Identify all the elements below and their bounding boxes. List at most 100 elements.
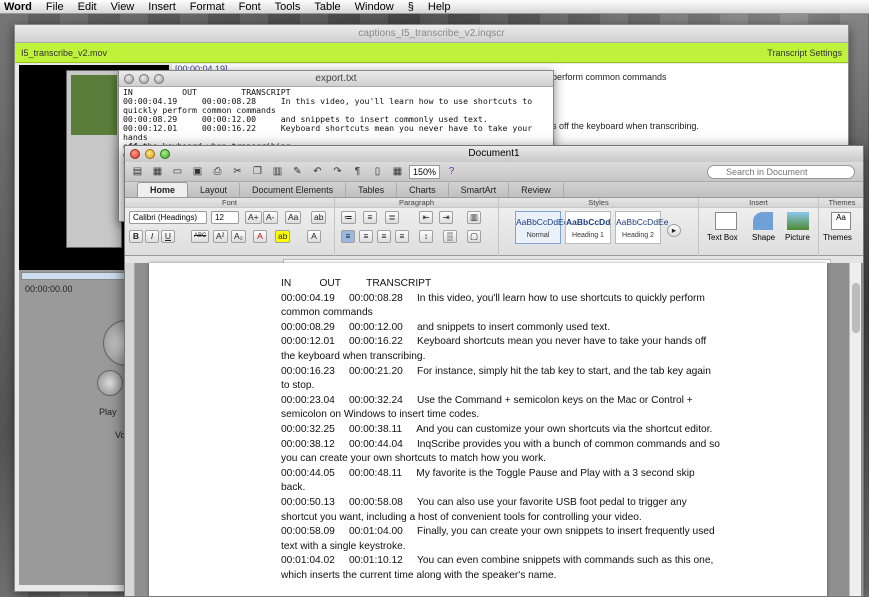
styles-next-icon[interactable]: ▸ (667, 224, 681, 237)
transcript-row: 00:00:04.19 00:00:08.28 In this video, y… (281, 292, 721, 321)
align-right-button[interactable]: ≡ (377, 230, 391, 243)
tab-review[interactable]: Review (509, 183, 564, 197)
vertical-scrollbar[interactable] (849, 263, 861, 596)
menu-table[interactable]: Table (307, 1, 347, 13)
minimize-icon[interactable] (139, 74, 149, 84)
menu-tools[interactable]: Tools (268, 1, 308, 13)
tab-smartart[interactable]: SmartArt (449, 183, 510, 197)
play-label[interactable]: Play (99, 407, 117, 417)
close-icon[interactable] (130, 149, 140, 159)
transcript-snippet: s off the keyboard when transcribing. (552, 121, 699, 131)
italic-button[interactable]: I (145, 230, 159, 243)
align-center-button[interactable]: ≡ (359, 230, 373, 243)
open-icon[interactable]: ▭ (169, 164, 186, 179)
font-size-select[interactable]: 12 (211, 211, 239, 224)
text-box-icon[interactable] (715, 212, 737, 230)
shape-icon[interactable] (753, 212, 773, 230)
justify-button[interactable]: ≡ (395, 230, 409, 243)
scroll-thumb[interactable] (852, 283, 860, 333)
menu-file[interactable]: File (39, 1, 71, 13)
document-page[interactable]: IN OUT TRANSCRIPT 00:00:04.19 00:00:08.2… (149, 263, 827, 596)
close-icon[interactable] (124, 74, 134, 84)
picture-icon[interactable] (787, 212, 809, 230)
gallery-icon[interactable]: ▦ (389, 164, 406, 179)
style-heading-1[interactable]: AaBbCcDd Heading 1 (565, 211, 611, 244)
tab-tables[interactable]: Tables (346, 183, 398, 197)
copy-icon[interactable]: ❐ (249, 164, 266, 179)
grow-font-button[interactable]: A+ (245, 211, 262, 224)
text-box-label[interactable]: Text Box (707, 233, 738, 242)
paste-icon[interactable]: ▥ (269, 164, 286, 179)
text-effects-button[interactable]: A (307, 230, 321, 243)
minimize-icon[interactable] (145, 149, 155, 159)
style-heading-2[interactable]: AaBbCcDdEe Heading 2 (615, 211, 668, 244)
strikethrough-button[interactable]: ABC (191, 230, 210, 243)
script-menu-icon[interactable]: § (401, 1, 421, 13)
highlight-button[interactable]: ab (275, 230, 291, 243)
bold-button[interactable]: B (129, 230, 143, 243)
document-content[interactable]: IN OUT TRANSCRIPT 00:00:04.19 00:00:08.2… (281, 277, 721, 583)
app-menu[interactable]: Word (0, 1, 39, 13)
help-icon[interactable]: ? (443, 164, 460, 179)
zoom-icon[interactable] (160, 149, 170, 159)
search-input[interactable]: Search in Document (707, 165, 855, 179)
undo-icon[interactable]: ↶ (309, 164, 326, 179)
row-text: Use the Command + semicolon keys on the … (281, 394, 693, 421)
transcript-row: 00:00:08.29 00:00:12.00 and snippets to … (281, 321, 721, 336)
bullets-button[interactable]: ≔ (341, 211, 356, 224)
superscript-button[interactable]: A² (213, 230, 228, 243)
subscript-button[interactable]: A₂ (231, 230, 246, 243)
font-name-select[interactable]: Calibri (Headings) (129, 211, 207, 224)
style-normal[interactable]: AaBbCcDdEe Normal (515, 211, 568, 244)
numbering-button[interactable]: ≡ (363, 211, 377, 224)
menu-help[interactable]: Help (421, 1, 458, 13)
cut-icon[interactable]: ✂ (229, 164, 246, 179)
paragraph-marks-icon[interactable]: ¶ (349, 164, 366, 179)
multilevel-button[interactable]: ≣ (385, 211, 399, 224)
in-time: 00:00:38.12 (281, 438, 335, 450)
change-case-button[interactable]: Aa (285, 211, 302, 224)
decrease-indent-button[interactable]: ⇤ (419, 211, 433, 224)
tab-document-elements[interactable]: Document Elements (240, 183, 347, 197)
media-file-name[interactable]: I5_transcribe_v2.mov (21, 48, 107, 58)
borders-button[interactable]: ▢ (467, 230, 482, 243)
tab-home[interactable]: Home (137, 182, 189, 197)
video-thumbnail (71, 75, 117, 135)
themes-label[interactable]: Themes (823, 233, 852, 242)
themes-icon[interactable]: Aa (831, 212, 851, 230)
underline-button[interactable]: U (161, 230, 175, 243)
row-text: InqScribe provides you with a bunch of c… (281, 438, 720, 465)
picture-label[interactable]: Picture (785, 233, 810, 242)
word-window-controls (130, 149, 170, 159)
increase-indent-button[interactable]: ⇥ (439, 211, 453, 224)
menu-font[interactable]: Font (232, 1, 268, 13)
tab-charts[interactable]: Charts (397, 183, 449, 197)
zoom-select[interactable]: 150% (409, 164, 441, 179)
row-text: And you can customize your own shortcuts… (416, 423, 713, 435)
format-painter-icon[interactable]: ✎ (289, 164, 306, 179)
font-color-button[interactable]: A (253, 230, 267, 243)
menu-format[interactable]: Format (183, 1, 232, 13)
align-left-button[interactable]: ≡ (341, 230, 355, 243)
menu-view[interactable]: View (104, 1, 142, 13)
tab-layout[interactable]: Layout (188, 183, 241, 197)
sidebar-icon[interactable]: ▯ (369, 164, 386, 179)
templates-icon[interactable]: ▦ (149, 164, 166, 179)
menu-edit[interactable]: Edit (71, 1, 104, 13)
transcript-settings-button[interactable]: Transcript Settings (767, 48, 842, 58)
zoom-icon[interactable] (154, 74, 164, 84)
clear-formatting-button[interactable]: ab (311, 211, 327, 224)
menu-window[interactable]: Window (348, 1, 401, 13)
rewind-button[interactable] (97, 370, 123, 396)
line-spacing-button[interactable]: ↕ (419, 230, 433, 243)
menu-insert[interactable]: Insert (141, 1, 183, 13)
save-icon[interactable]: ▣ (189, 164, 206, 179)
redo-icon[interactable]: ↷ (329, 164, 346, 179)
print-icon[interactable]: ⎙ (209, 164, 226, 179)
shape-label[interactable]: Shape (752, 233, 775, 242)
new-document-icon[interactable]: ▤ (129, 164, 146, 179)
row-text: For instance, simply hit the tab key to … (281, 365, 711, 392)
shrink-font-button[interactable]: A- (263, 211, 278, 224)
columns-button[interactable]: ▥ (467, 211, 482, 224)
shading-button[interactable]: ▒ (443, 230, 457, 243)
